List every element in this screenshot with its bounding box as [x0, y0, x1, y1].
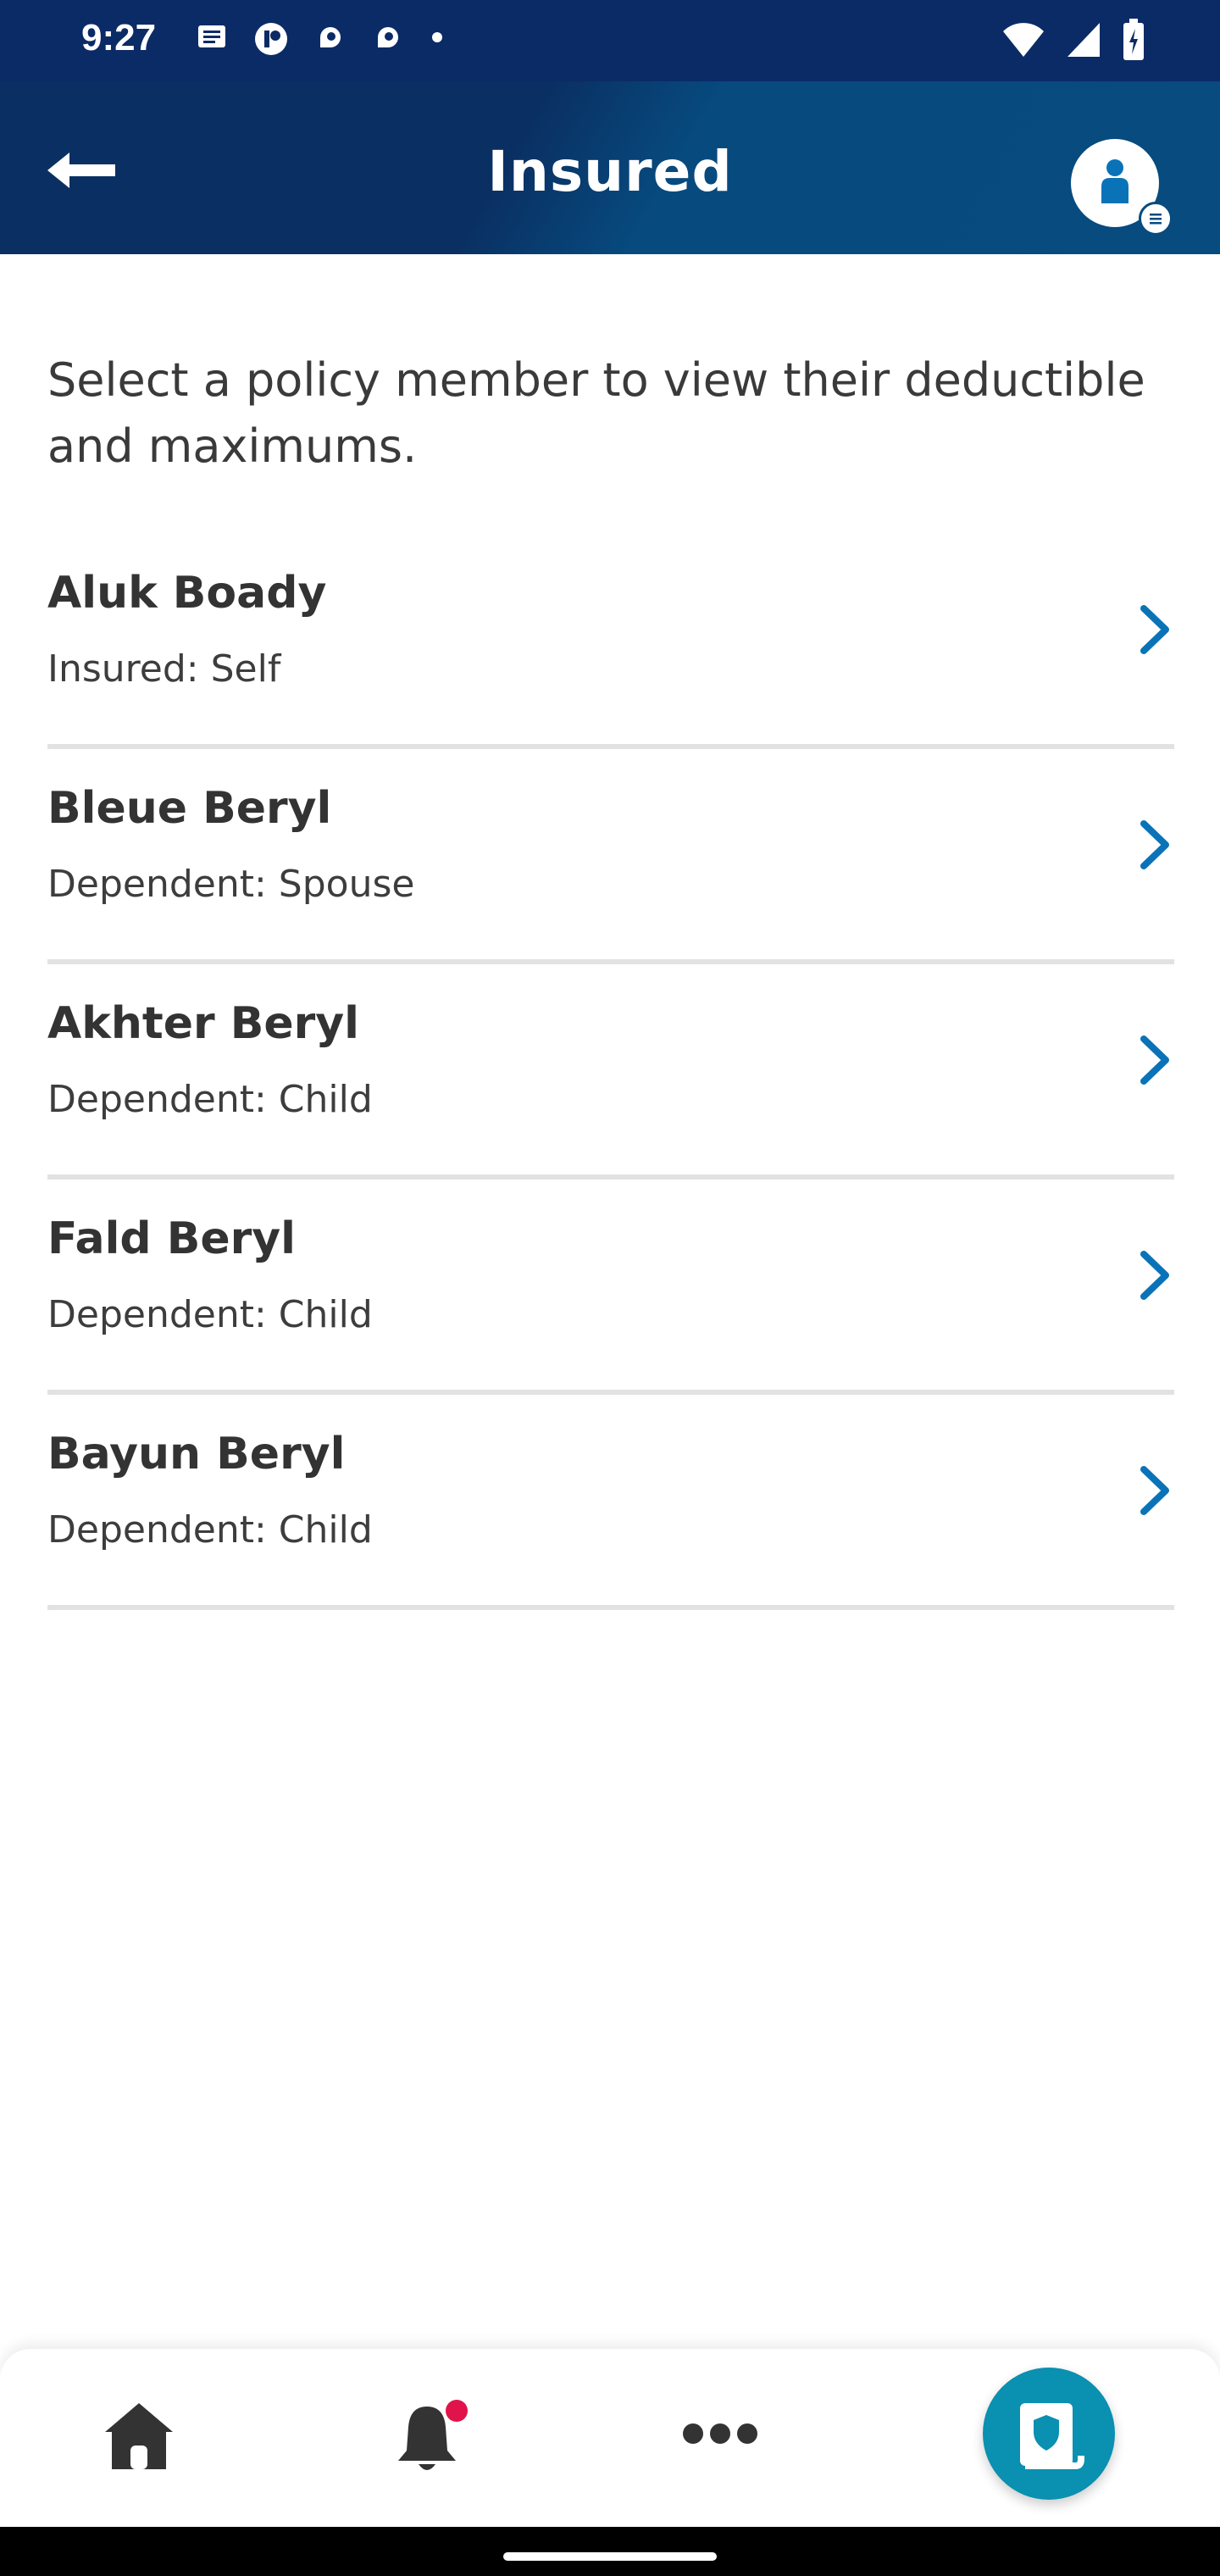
- status-icons-right: [1001, 19, 1145, 61]
- member-name: Bayun Beryl: [47, 1429, 346, 1480]
- nav-more[interactable]: [681, 2418, 759, 2452]
- chevron-right-icon: [1140, 605, 1169, 654]
- app-header: Insured: [0, 81, 1220, 254]
- app-icon: [320, 27, 341, 47]
- nav-notifications[interactable]: [395, 2400, 468, 2476]
- member-name: Fald Beryl: [47, 1213, 296, 1264]
- chevron-right-icon: [1140, 1466, 1169, 1515]
- chevron-right-icon: [1140, 820, 1169, 869]
- member-row[interactable]: Bleue Beryl Dependent: Spouse: [47, 749, 1174, 964]
- cell-signal-icon: [1068, 23, 1100, 57]
- member-role: Dependent: Spouse: [47, 863, 415, 906]
- page-title: Insured: [487, 139, 733, 204]
- app-icon: [255, 23, 287, 55]
- member-row[interactable]: Akhter Beryl Dependent: Child: [47, 964, 1174, 1180]
- menu-badge-icon: [1139, 202, 1173, 236]
- member-list: Aluk Boady Insured: Self Bleue Beryl Dep…: [47, 534, 1174, 1610]
- member-row[interactable]: Aluk Boady Insured: Self: [47, 534, 1174, 749]
- message-icon: [198, 25, 225, 47]
- member-role: Insured: Self: [47, 647, 281, 691]
- more-icon: [683, 2423, 757, 2444]
- member-name: Bleue Beryl: [47, 783, 332, 834]
- intro-text: Select a policy member to view their ded…: [47, 353, 1145, 473]
- wifi-icon: [1003, 23, 1044, 57]
- member-role: Dependent: Child: [47, 1293, 373, 1336]
- member-name: Akhter Beryl: [47, 998, 359, 1049]
- status-icons-left: [195, 20, 446, 58]
- member-role: Dependent: Child: [47, 1508, 373, 1552]
- id-card-button[interactable]: [983, 2368, 1115, 2500]
- battery-icon: [1123, 19, 1144, 60]
- member-row[interactable]: Bayun Beryl Dependent: Child: [47, 1395, 1174, 1610]
- status-bar: 9:27: [0, 0, 1220, 81]
- nav-home[interactable]: [103, 2400, 175, 2474]
- chevron-right-icon: [1140, 1035, 1169, 1085]
- member-row[interactable]: Fald Beryl Dependent: Child: [47, 1180, 1174, 1395]
- notification-dot: [446, 2400, 468, 2422]
- member-name: Aluk Boady: [47, 568, 327, 619]
- app-icon: [378, 27, 398, 47]
- home-indicator[interactable]: [503, 2552, 717, 2561]
- id-card-icon: [1020, 2403, 1084, 2469]
- dot-icon: [432, 32, 442, 42]
- home-icon: [105, 2403, 173, 2469]
- system-navigation-bar: [0, 2527, 1220, 2576]
- member-role: Dependent: Child: [47, 1078, 373, 1121]
- status-time: 9:27: [81, 17, 157, 58]
- chevron-right-icon: [1140, 1251, 1169, 1300]
